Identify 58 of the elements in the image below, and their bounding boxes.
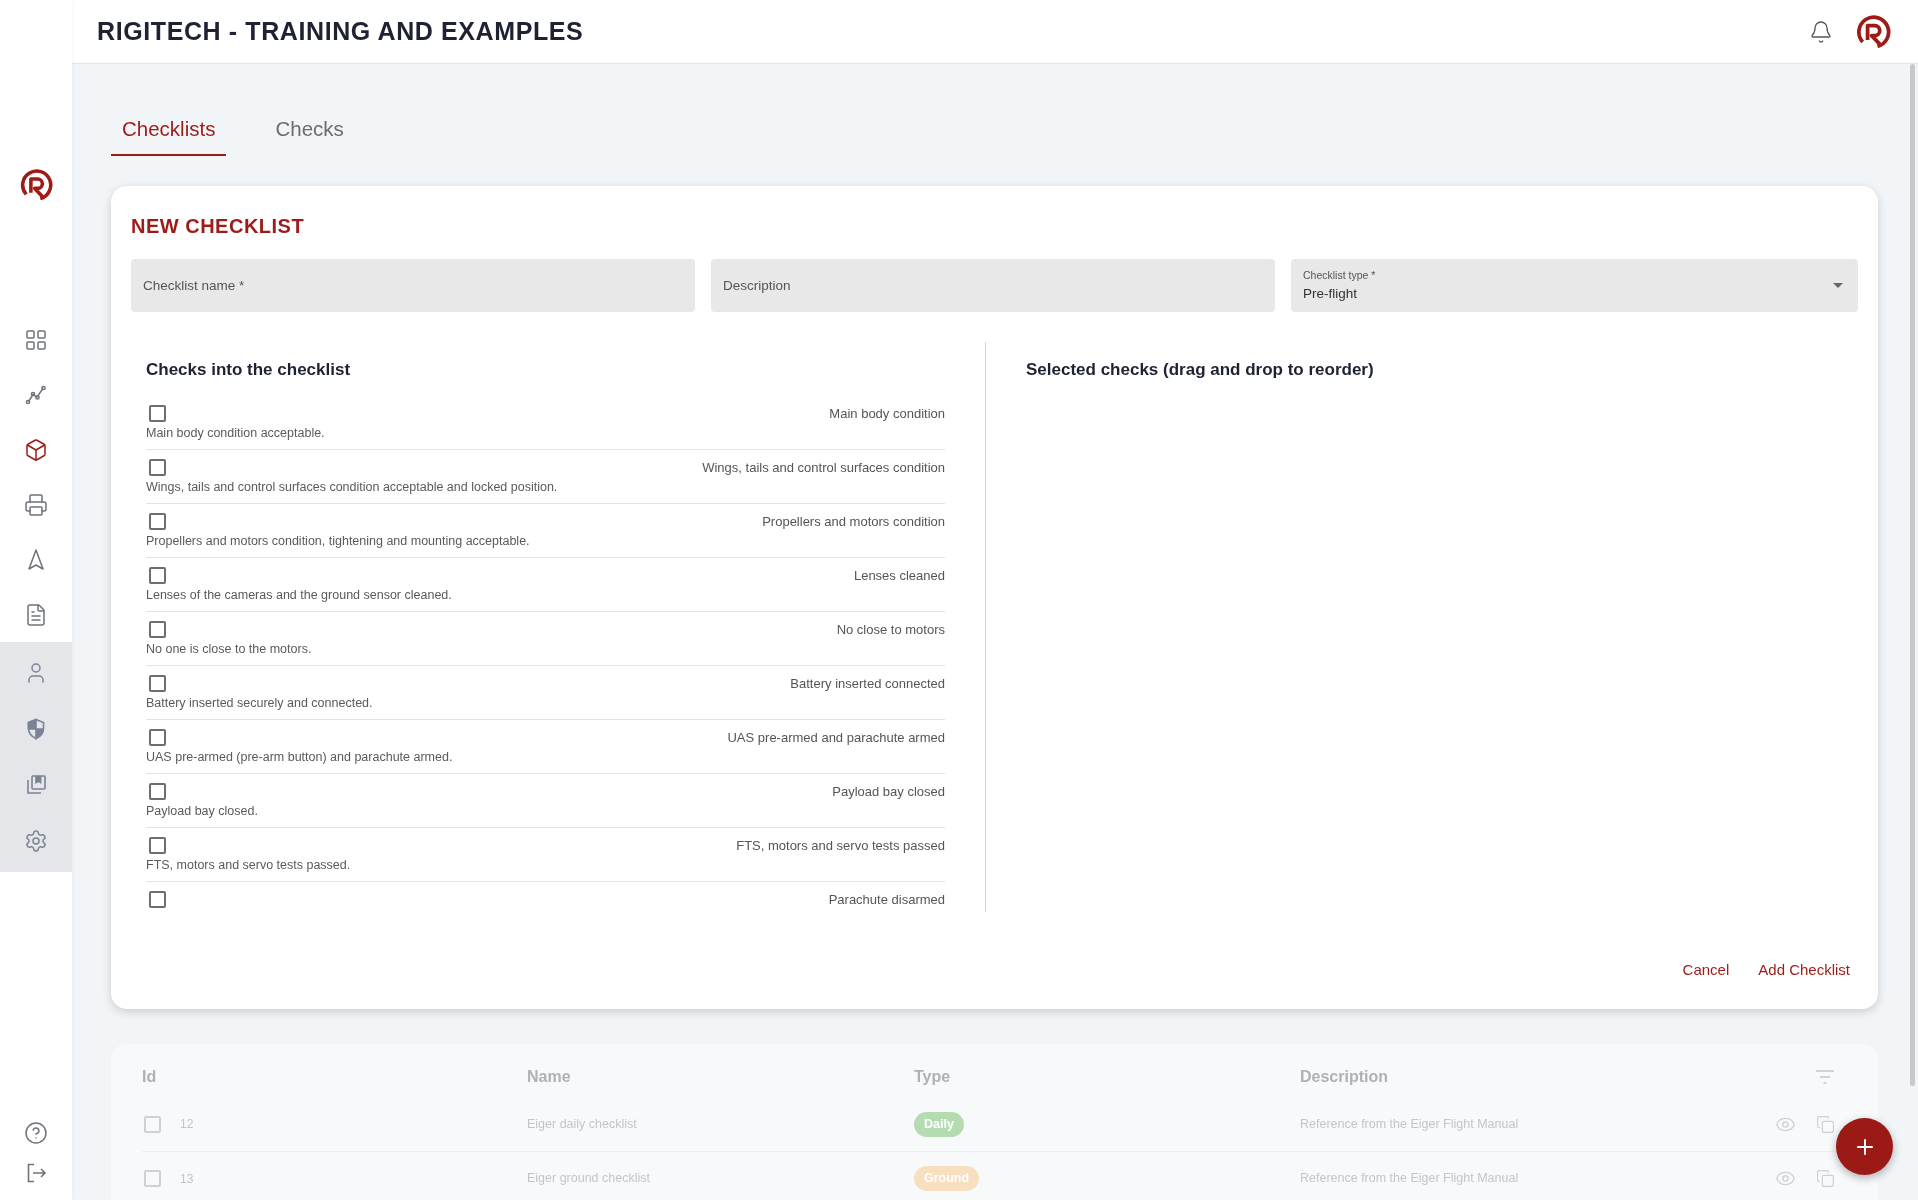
cube-icon[interactable] <box>24 437 48 462</box>
check-title: UAS pre-armed and parachute armed <box>727 729 945 747</box>
checkbox[interactable] <box>149 783 166 800</box>
check-description: Lenses of the cameras and the ground sensor cleaned. <box>146 587 452 603</box>
checkbox[interactable] <box>149 567 166 584</box>
check-description: Battery inserted securely and connected. <box>146 695 373 711</box>
card-title: NEW CHECKLIST <box>131 214 305 238</box>
checkbox[interactable] <box>149 891 166 908</box>
check-title: Lenses cleaned <box>853 567 945 585</box>
column-header: Id <box>142 1066 157 1087</box>
text-button[interactable]: Cancel <box>1674 952 1738 988</box>
checkbox[interactable] <box>149 405 166 422</box>
tab[interactable]: Checklists <box>111 104 227 156</box>
check-title: Parachute disarmed <box>828 891 945 909</box>
tab[interactable]: Checks <box>264 104 355 156</box>
dropdown-caret-icon <box>1833 283 1843 288</box>
check-description: Main body condition acceptable. <box>146 425 325 441</box>
bookmark-stack-icon[interactable] <box>24 773 48 797</box>
checkbox[interactable] <box>149 837 166 854</box>
document-icon[interactable] <box>24 602 48 627</box>
text-button[interactable]: Add Checklist <box>1750 952 1858 988</box>
column-header: Type <box>914 1066 951 1087</box>
check-title: Payload bay closed <box>832 783 945 801</box>
logo-icon <box>19 168 53 202</box>
column-header: Name <box>527 1066 571 1087</box>
settings-icon[interactable] <box>24 829 48 853</box>
checkbox[interactable] <box>149 513 166 530</box>
column-heading: Selected checks (drag and drop to reorder) <box>1026 359 1374 381</box>
page-title: RIGITECH - TRAINING AND EXAMPLES <box>97 15 584 47</box>
check-title: Main body condition <box>829 405 945 423</box>
check-title: Wings, tails and control surfaces condition <box>702 459 945 477</box>
text-field[interactable]: Description <box>711 259 1275 312</box>
check-description: Wings, tails and control surfaces condition acceptable and locked position. <box>146 479 558 495</box>
printer-icon[interactable] <box>24 492 48 517</box>
checkbox[interactable] <box>149 459 166 476</box>
column-header: Description <box>1300 1066 1388 1087</box>
checkbox[interactable] <box>149 675 166 692</box>
check-description: UAS pre-armed (pre-arm button) and parachute armed. <box>146 749 453 765</box>
check-description: Propellers and motors condition, tightening and mounting acceptable. <box>146 533 530 549</box>
type-tag: Daily <box>914 1111 964 1137</box>
column-heading: Checks into the checklist <box>146 359 351 381</box>
check-description: Payload bay closed. <box>146 803 258 819</box>
text-field[interactable]: Checklist name * <box>131 259 695 312</box>
notification-bell-icon[interactable] <box>1809 18 1833 45</box>
check-title: Battery inserted connected <box>790 675 945 693</box>
type-tag: Ground <box>914 1166 980 1191</box>
scrollbar-thumb[interactable] <box>1910 64 1915 1086</box>
check-title: Propellers and motors condition <box>762 513 945 531</box>
check-description: No one is close to the motors. <box>146 641 312 657</box>
logo-icon <box>1855 13 1891 50</box>
check-description: FTS, motors and servo tests passed. <box>146 857 351 873</box>
grid-icon[interactable] <box>24 327 48 352</box>
check-title: No close to motors <box>836 621 945 639</box>
check-title: FTS, motors and servo tests passed <box>736 837 945 855</box>
help-icon[interactable] <box>24 1121 48 1145</box>
checkbox[interactable] <box>149 621 166 638</box>
select-field[interactable]: Checklist type * Pre-flight <box>1291 259 1858 312</box>
checkbox[interactable] <box>149 729 166 746</box>
